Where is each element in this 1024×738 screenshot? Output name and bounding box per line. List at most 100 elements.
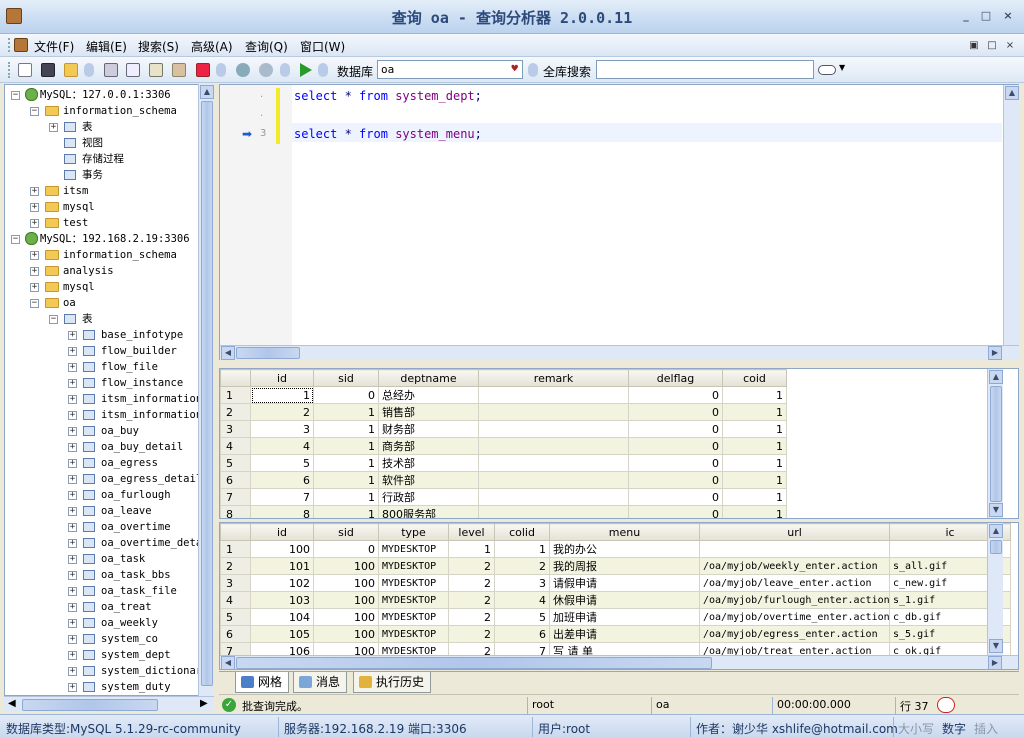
table-cell[interactable] xyxy=(478,471,629,489)
collapse-icon[interactable]: − xyxy=(11,91,20,100)
column-header[interactable]: url xyxy=(699,523,890,541)
table-cell[interactable]: 1 xyxy=(313,488,379,506)
table-cell[interactable]: MYDESKTOP xyxy=(378,608,449,626)
undo-icon[interactable] xyxy=(236,63,250,77)
table-cell[interactable]: 0 xyxy=(628,403,723,421)
table-cell[interactable]: 7 xyxy=(250,488,314,506)
menu-window[interactable]: 窗口(W) xyxy=(300,38,345,55)
database-select[interactable]: oa ♥ xyxy=(377,60,523,79)
table-row[interactable]: 1 100 0 MYDESKTOP 1 1 我的办公 xyxy=(220,540,1011,558)
table-cell[interactable]: 6 xyxy=(494,625,550,643)
expand-icon[interactable]: + xyxy=(68,363,77,372)
scroll-down-icon[interactable]: ▼ xyxy=(989,639,1003,653)
table-cell[interactable]: 1 xyxy=(313,437,379,455)
table-cell[interactable]: 财务部 xyxy=(378,420,479,438)
collapse-icon[interactable]: − xyxy=(30,107,39,116)
tree-node[interactable]: + analysis xyxy=(5,263,199,279)
column-header[interactable]: remark xyxy=(478,369,629,387)
row-number[interactable]: 4 xyxy=(220,437,251,455)
tree-hscrollbar[interactable]: ◀ ▶ xyxy=(4,696,214,712)
table-row[interactable]: 3 102 100 MYDESKTOP 2 3 请假申请/oa/myjob/leave_en… xyxy=(220,574,1011,592)
tree-node[interactable]: + test xyxy=(5,215,199,231)
column-header[interactable]: coid xyxy=(722,369,787,387)
sql-editor[interactable]: ➡ . . 3 select * from system_dept; selec… xyxy=(219,84,1019,360)
expand-icon[interactable]: + xyxy=(68,635,77,644)
table-cell[interactable]: MYDESKTOP xyxy=(378,591,449,609)
tree-node[interactable]: − MySQL：192.168.2.19:3306 xyxy=(5,231,199,247)
paste-icon[interactable] xyxy=(149,63,163,77)
scroll-up-icon[interactable]: ▲ xyxy=(989,524,1003,538)
table-cell[interactable]: 101 xyxy=(250,557,314,575)
grid-vscrollbar[interactable]: ▲ ▼ xyxy=(987,523,1003,655)
table-cell[interactable]: 1 xyxy=(722,437,787,455)
table-cell[interactable] xyxy=(478,505,629,518)
scroll-up-icon[interactable]: ▲ xyxy=(989,370,1003,384)
expand-icon[interactable]: + xyxy=(30,219,39,228)
dropdown-arrow-icon[interactable]: ▼ xyxy=(839,63,845,72)
row-number[interactable]: 5 xyxy=(220,454,251,472)
tree-vscrollbar[interactable]: ▲ xyxy=(198,84,214,696)
tree-node[interactable]: + system_co xyxy=(5,631,199,647)
table-cell[interactable]: 2 xyxy=(448,574,495,592)
table-cell[interactable]: 软件部 xyxy=(378,471,479,489)
expand-icon[interactable]: + xyxy=(68,379,77,388)
tree-node[interactable]: + oa_task xyxy=(5,551,199,567)
expand-icon[interactable]: + xyxy=(68,555,77,564)
row-number[interactable]: 5 xyxy=(220,608,251,626)
table-cell[interactable]: 0 xyxy=(628,420,723,438)
expand-icon[interactable]: + xyxy=(68,619,77,628)
tree-node[interactable]: + flow_instance xyxy=(5,375,199,391)
table-row[interactable]: 4 4 1 商务部 0 1 xyxy=(220,437,787,455)
column-header[interactable]: colid xyxy=(494,523,550,541)
table-cell[interactable]: 5 xyxy=(494,608,550,626)
column-header[interactable]: sid xyxy=(313,523,379,541)
minimize-button[interactable]: _ xyxy=(958,8,974,24)
scroll-down-icon[interactable]: ▼ xyxy=(989,503,1003,517)
column-header[interactable]: level xyxy=(448,523,495,541)
table-cell[interactable] xyxy=(478,403,629,421)
table-cell[interactable]: 休假申请 xyxy=(549,591,700,609)
table-cell[interactable]: 1 xyxy=(313,403,379,421)
tab-grid[interactable]: 网格 xyxy=(235,672,290,693)
table-cell[interactable]: 102 xyxy=(250,574,314,592)
tree-node[interactable]: − oa xyxy=(5,295,199,311)
editor-hscrollbar[interactable]: ◀ ▶ xyxy=(220,345,1019,360)
table-cell[interactable]: 0 xyxy=(313,540,379,558)
table-cell[interactable]: 请假申请 xyxy=(549,574,700,592)
eye-icon[interactable] xyxy=(818,65,836,75)
cut-icon[interactable] xyxy=(104,63,118,77)
row-number[interactable]: 8 xyxy=(220,505,251,518)
tree-node[interactable]: − information_schema xyxy=(5,103,199,119)
expand-icon[interactable]: + xyxy=(68,539,77,548)
table-cell[interactable]: 800服务部 xyxy=(378,505,479,518)
table-cell[interactable]: 我的办公 xyxy=(549,540,700,558)
table-cell[interactable]: 1 xyxy=(250,386,314,404)
table-row[interactable]: 6 105 100 MYDESKTOP 2 6 出差申请/oa/myjob/egress_e… xyxy=(220,625,1011,643)
table-cell[interactable]: 1 xyxy=(722,403,787,421)
menu-query[interactable]: 查询(Q) xyxy=(245,38,288,55)
tree-node[interactable]: + oa_weekly xyxy=(5,615,199,631)
expand-icon[interactable]: + xyxy=(68,443,77,452)
expand-icon[interactable]: + xyxy=(68,427,77,436)
table-cell[interactable]: 4 xyxy=(494,591,550,609)
collapse-icon[interactable]: − xyxy=(30,299,39,308)
table-cell[interactable]: 105 xyxy=(250,625,314,643)
table-cell[interactable]: 1 xyxy=(722,471,787,489)
mdi-close-icon[interactable]: × xyxy=(1004,40,1016,52)
table-cell[interactable]: 100 xyxy=(313,557,379,575)
table-cell[interactable]: 1 xyxy=(722,454,787,472)
row-number[interactable]: 4 xyxy=(220,591,251,609)
table-cell[interactable]: 1 xyxy=(313,471,379,489)
table-cell[interactable] xyxy=(478,488,629,506)
table-cell[interactable]: 总经办 xyxy=(378,386,479,404)
global-search-input[interactable] xyxy=(596,60,814,79)
tree-node[interactable]: + mysql xyxy=(5,279,199,295)
open-folder-icon[interactable] xyxy=(64,63,78,77)
expand-icon[interactable]: + xyxy=(68,683,77,692)
expand-icon[interactable]: + xyxy=(68,651,77,660)
tab-history[interactable]: 执行历史 xyxy=(353,672,432,693)
table-cell[interactable]: 1 xyxy=(722,505,787,518)
tree-node[interactable]: + oa_furlough xyxy=(5,487,199,503)
tree-node[interactable]: + oa_overtime_deta xyxy=(5,535,202,551)
table-cell[interactable]: 2 xyxy=(448,608,495,626)
